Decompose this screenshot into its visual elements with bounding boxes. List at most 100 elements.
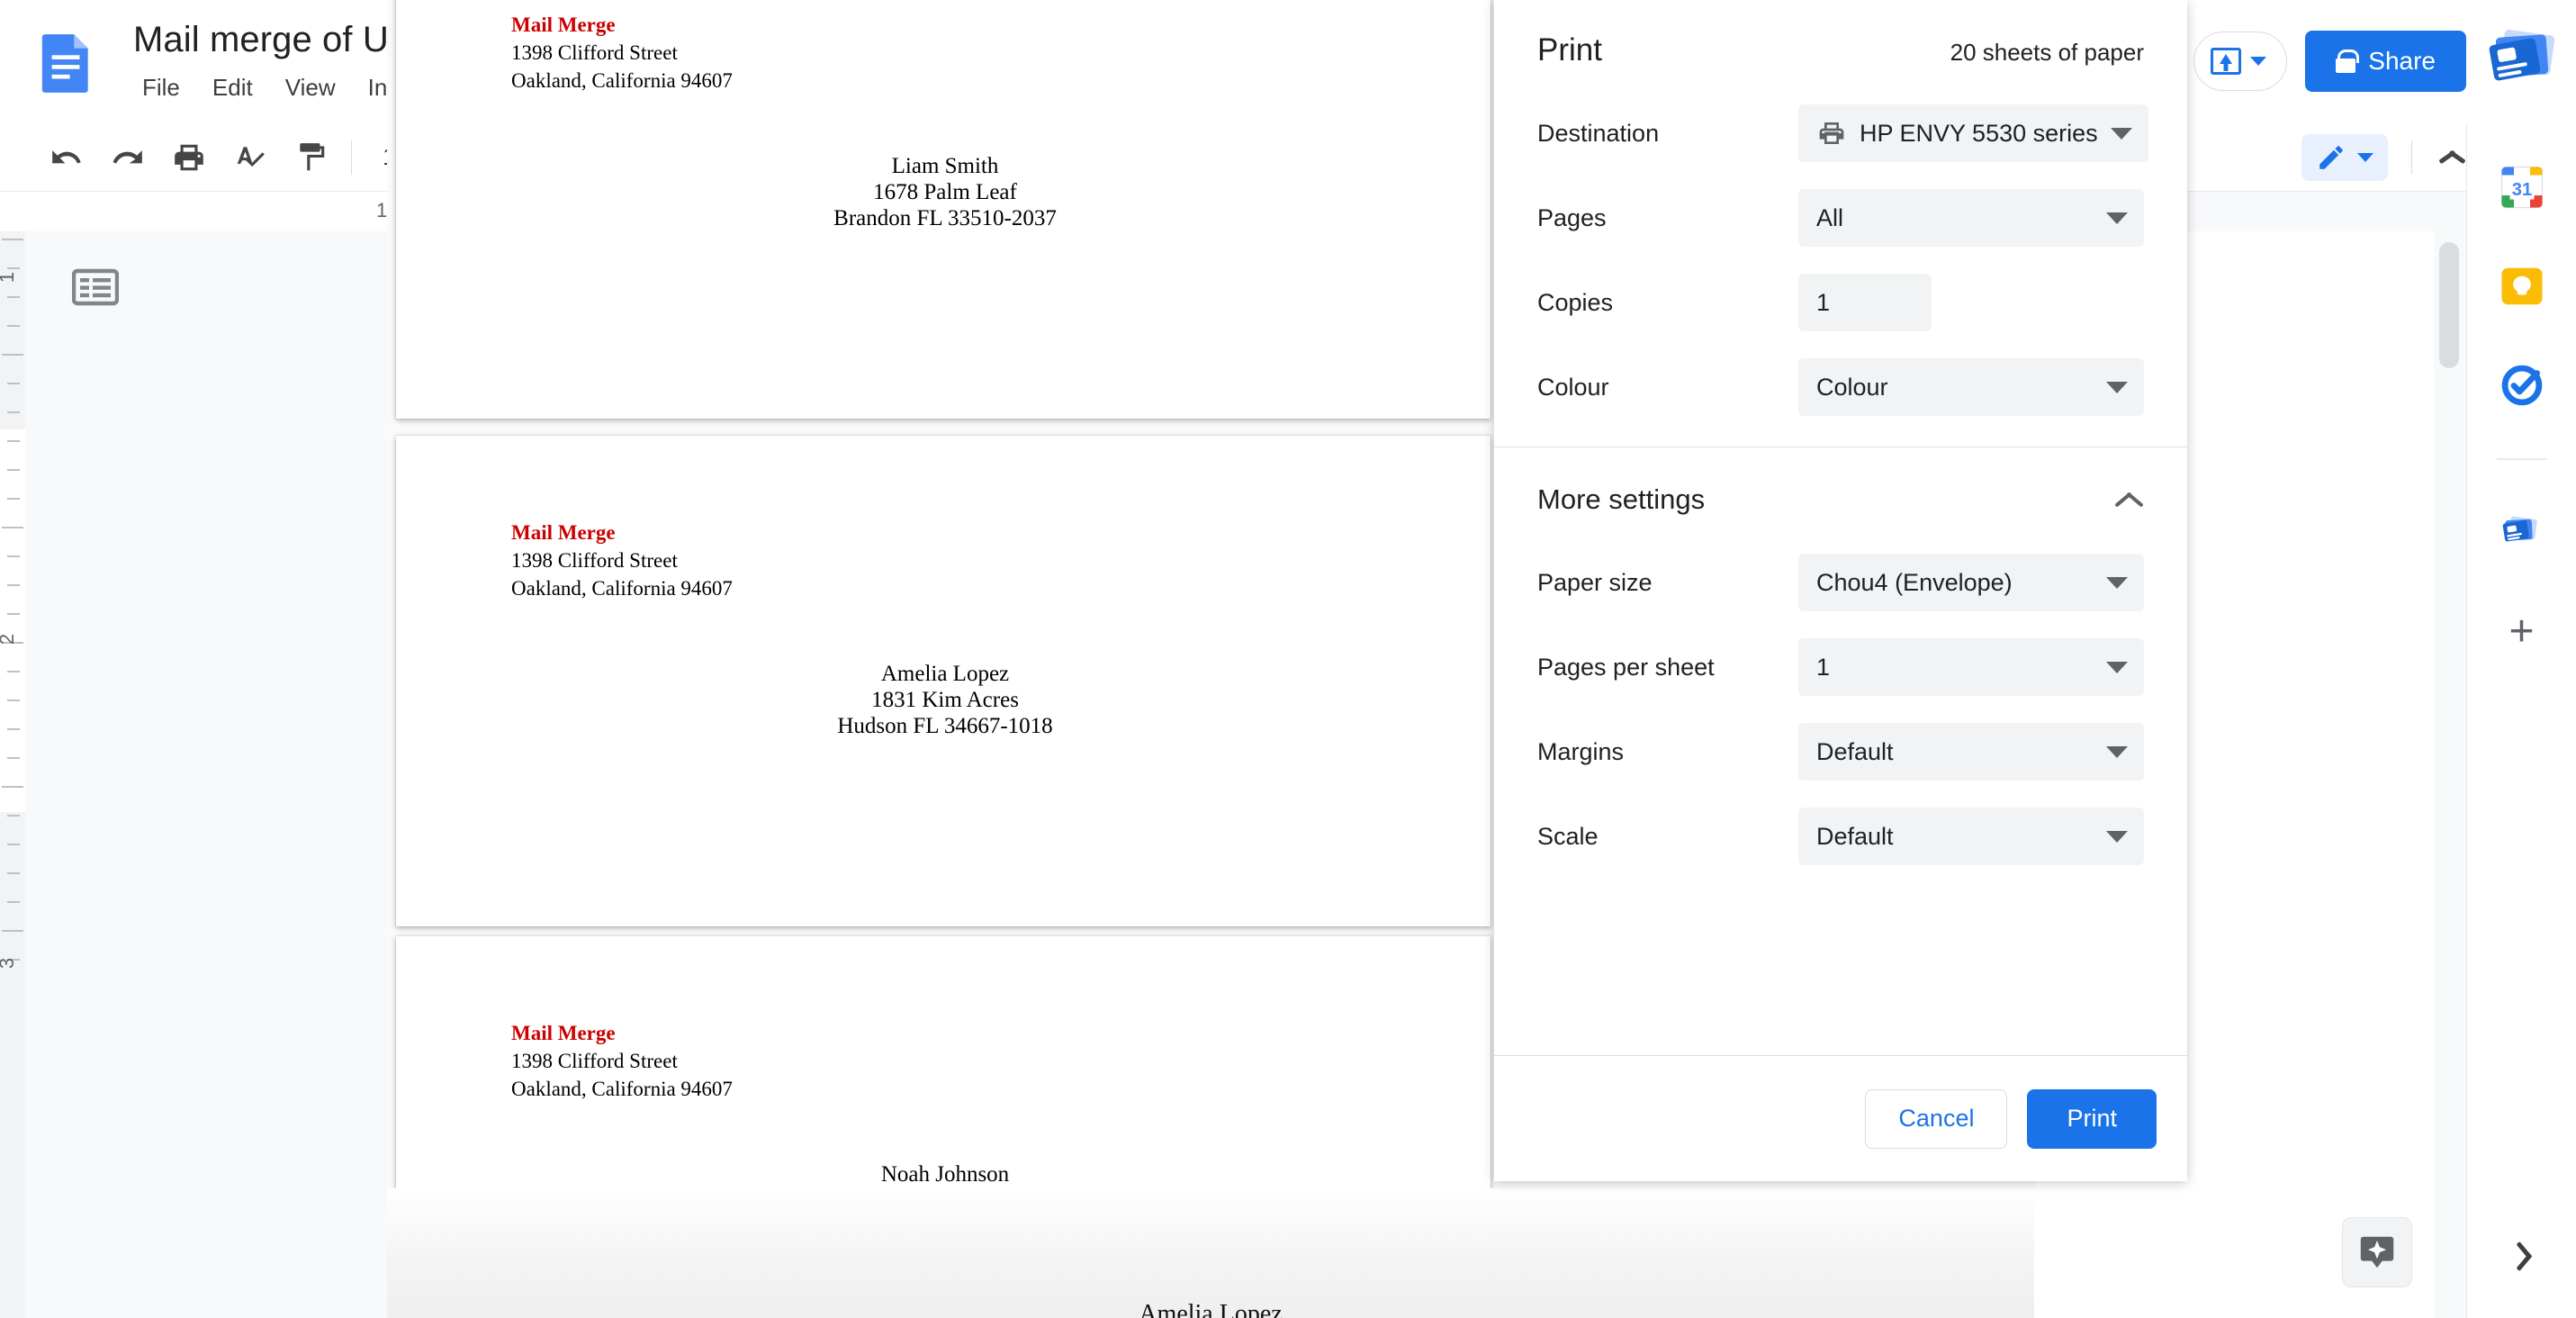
destination-value: HP ENVY 5530 series [1860,119,2098,147]
pages-per-sheet-value: 1 [1816,653,1831,681]
colour-value: Colour [1816,373,1888,401]
pages-label: Pages [1537,203,1607,231]
side-panel-divider [2496,458,2547,460]
spellcheck-icon[interactable] [225,132,275,183]
toolbar-right [2301,123,2459,192]
paper-size-value: Chou4 (Envelope) [1816,568,2013,596]
editing-mode-button[interactable] [2301,134,2388,181]
row-copies: Copies 1 [1537,274,2144,331]
row-pages: Pages All [1537,189,2144,247]
print-dialog: Print 20 sheets of paper Destination HP … [1494,0,2187,1181]
scale-value: Default [1816,822,1894,850]
chevron-down-icon [2250,57,2267,66]
redo-icon[interactable] [103,132,153,183]
scrollbar-thumb[interactable] [2439,242,2459,368]
share-label: Share [2368,47,2436,75]
row-colour: Colour Colour [1537,358,2144,416]
row-destination: Destination HP ENVY 5530 series [1537,104,2148,162]
preview-bottom-gradient [387,1188,2034,1318]
print-dialog-footer: Cancel Print [1494,1055,2187,1181]
toolbar-divider [2411,140,2412,175]
scale-label: Scale [1537,822,1599,850]
document-outline-icon[interactable] [71,267,120,311]
chevron-down-icon [2106,576,2128,589]
more-settings-label: More settings [1537,483,1706,515]
dest-city: Hudson FL 34667-1018 [837,714,1053,738]
menu-item-view[interactable]: View [269,70,352,105]
envelope-return-address: Mail Merge 1398 Clifford Street Oakland,… [511,11,733,95]
page-title[interactable]: Mail merge of Unti [133,20,427,60]
return-city: Oakland, California 94607 [511,69,733,92]
svg-text:31: 31 [2511,180,2532,200]
print-basic-settings: Destination HP ENVY 5530 series Pages Al… [1494,68,2187,447]
destination-select[interactable]: HP ENVY 5530 series [1798,104,2148,162]
row-scale: Scale Default [1537,808,2144,865]
mail-merge-addon-icon[interactable] [2496,507,2548,559]
pages-value: All [1816,203,1844,231]
print-more-settings: Paper size Chou4 (Envelope) Pages per sh… [1494,521,2187,896]
more-settings-toggle[interactable]: More settings [1494,447,2187,521]
paper-size-label: Paper size [1537,568,1653,596]
margins-select[interactable]: Default [1798,723,2144,781]
document-scrollbar[interactable] [2434,231,2466,1318]
sheets-summary: 20 sheets of paper [1950,39,2144,66]
chevron-down-icon [2106,830,2128,843]
chevron-up-icon[interactable] [2436,146,2459,169]
chevron-right-icon[interactable] [2517,1237,2547,1268]
copies-label: Copies [1537,288,1614,316]
undo-icon[interactable] [41,132,92,183]
print-icon[interactable] [164,132,214,183]
chevron-up-icon [2113,491,2144,509]
row-pages-per-sheet: Pages per sheet 1 [1537,638,2144,696]
envelope-return-address: Mail Merge 1398 Clifford Street Oakland,… [511,519,733,602]
colour-select[interactable]: Colour [1798,358,2144,416]
upload-button[interactable] [2193,32,2288,91]
google-keep-icon[interactable] [2496,260,2548,312]
scale-select[interactable]: Default [1798,808,2144,865]
upload-icon [2211,48,2242,75]
google-docs-app: 1 2 3 1 Mail Merge 1398 Clifford Street … [0,0,2576,1318]
menu-item-file[interactable]: File [126,70,196,105]
add-addon-button[interactable]: + [2496,606,2548,658]
ruler-mark-2: 2 [0,634,19,645]
printer-icon [1816,119,1847,148]
chevron-down-icon [2106,381,2128,393]
preview-bottom-text: Amelia Lopez [1139,1300,1283,1318]
side-panel: 31 + [2466,123,2576,1318]
return-name: Mail Merge [511,1022,616,1044]
menu-item-edit[interactable]: Edit [196,70,269,105]
envelope-destination-address: Liam Smith 1678 Palm Leaf Brandon FL 335… [666,153,1224,231]
paper-size-select[interactable]: Chou4 (Envelope) [1798,554,2144,611]
pages-select[interactable]: All [1798,189,2144,247]
ruler-h-mark-1: 1 [376,199,388,221]
print-dialog-header: Print 20 sheets of paper [1494,0,2187,68]
row-margins: Margins Default [1537,723,2144,781]
print-dialog-title: Print [1537,32,1602,68]
envelope-destination-address: Amelia Lopez 1831 Kim Acres Hudson FL 34… [666,661,1224,739]
explore-sparkle-icon [2356,1232,2398,1273]
google-docs-icon[interactable] [32,29,99,95]
mail-merge-addon-icon[interactable] [2481,20,2567,106]
pages-per-sheet-select[interactable]: 1 [1798,638,2144,696]
header-actions: Share [2193,25,2466,97]
envelope-return-address: Mail Merge 1398 Clifford Street Oakland,… [511,1019,733,1103]
toolbar-divider [351,140,352,175]
copies-input[interactable]: 1 [1798,274,1932,331]
paint-format-icon[interactable] [286,132,337,183]
google-tasks-icon[interactable] [2496,359,2548,411]
print-dialog-body: Destination HP ENVY 5530 series Pages Al… [1494,68,2187,1055]
row-paper-size: Paper size Chou4 (Envelope) [1537,554,2144,611]
cancel-button[interactable]: Cancel [1865,1088,2008,1149]
destination-label: Destination [1537,119,1660,147]
print-button[interactable]: Print [2027,1088,2157,1149]
explore-button[interactable] [2342,1217,2412,1287]
return-name: Mail Merge [511,521,616,544]
ruler-mark-3: 3 [0,958,19,969]
dest-name: Liam Smith [891,154,999,178]
chevron-down-icon [2110,127,2132,140]
margins-value: Default [1816,737,1894,765]
return-street: 1398 Clifford Street [511,1050,678,1072]
share-button[interactable]: Share [2305,31,2466,92]
google-calendar-icon[interactable]: 31 [2496,161,2548,213]
dest-city: Brandon FL 33510-2037 [833,206,1057,230]
